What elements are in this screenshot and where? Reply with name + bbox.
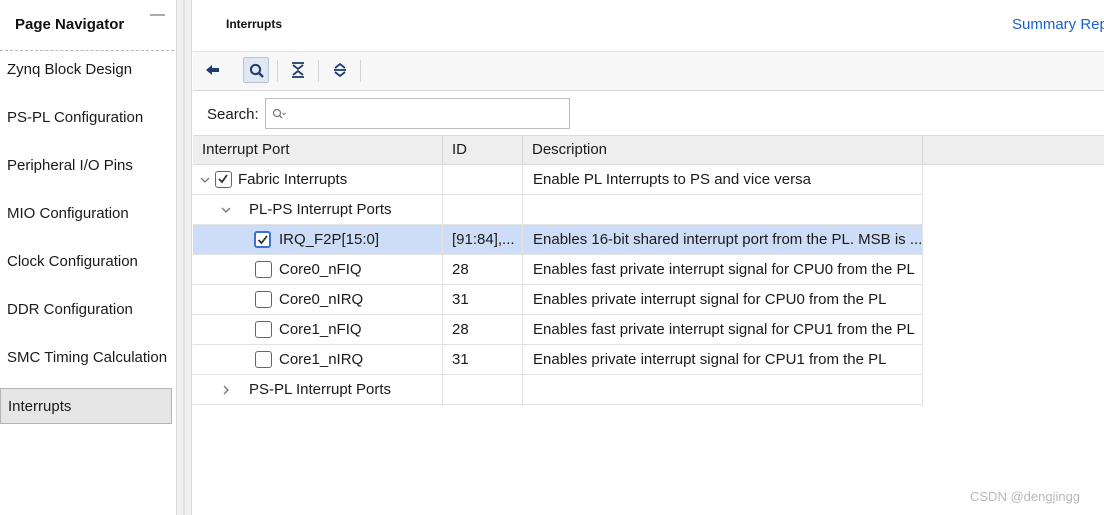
table-row-selected[interactable]: IRQ_F2P[15:0] [91:84],... Enables 16-bit… xyxy=(193,225,923,255)
nav-item-clock-configuration[interactable]: Clock Configuration xyxy=(0,244,172,280)
row-description: Enables private interrupt signal for CPU… xyxy=(523,345,923,374)
table-header: Interrupt Port ID Description xyxy=(193,135,1104,165)
row-id: 28 xyxy=(443,255,523,284)
table-row[interactable]: Core1_nFIQ 28 Enables fast private inter… xyxy=(193,315,923,345)
chevron-down-icon[interactable] xyxy=(199,174,211,186)
row-port-label: PS-PL Interrupt Ports xyxy=(249,381,392,398)
row-description: Enable PL Interrupts to PS and vice vers… xyxy=(523,165,923,194)
row-description: Enables fast private interrupt signal fo… xyxy=(523,255,923,284)
column-header-id[interactable]: ID xyxy=(443,136,523,164)
nav-item-peripheral-io-pins[interactable]: Peripheral I/O Pins xyxy=(0,148,172,184)
nav-item-smc-timing-calculation[interactable]: SMC Timing Calculation xyxy=(0,340,172,376)
table-row[interactable]: PL-PS Interrupt Ports xyxy=(193,195,923,225)
checkbox-core0-nfiq[interactable] xyxy=(255,261,272,278)
back-button[interactable] xyxy=(200,57,226,83)
expand-all-icon xyxy=(334,62,346,78)
chevron-down-icon[interactable] xyxy=(220,204,232,216)
checkbox-fabric-interrupts[interactable] xyxy=(215,171,232,188)
nav-item-zynq-block-design[interactable]: Zynq Block Design xyxy=(0,52,172,88)
column-header-description[interactable]: Description xyxy=(523,136,923,164)
search-input[interactable] xyxy=(288,103,562,125)
column-header-interrupt-port[interactable]: Interrupt Port xyxy=(193,136,443,164)
row-description xyxy=(523,375,923,404)
table-row[interactable]: Fabric Interrupts Enable PL Interrupts t… xyxy=(193,165,923,195)
table-row[interactable]: PS-PL Interrupt Ports xyxy=(193,375,923,405)
minimize-icon[interactable]: — xyxy=(150,7,165,22)
row-port-label: Core0_nIRQ xyxy=(279,291,364,308)
watermark: CSDN @dengjingg xyxy=(970,489,1081,504)
row-id: 28 xyxy=(443,315,523,344)
table-row[interactable]: Core0_nFIQ 28 Enables fast private inter… xyxy=(193,255,923,285)
navigator-title: Page Navigator xyxy=(15,16,125,33)
collapse-all-button[interactable] xyxy=(285,57,311,83)
search-label: Search: xyxy=(207,106,259,123)
row-description: Enables fast private interrupt signal fo… xyxy=(523,315,923,344)
row-port-label: IRQ_F2P[15:0] xyxy=(279,231,380,248)
row-id xyxy=(443,165,523,194)
checkbox-core1-nirq[interactable] xyxy=(255,351,272,368)
summary-report-link[interactable]: Summary Rep xyxy=(1012,16,1104,33)
page-navigator: Page Navigator — Zynq Block Design PS-PL… xyxy=(0,0,174,515)
row-port-label: Core0_nFIQ xyxy=(279,261,362,278)
search-icon xyxy=(272,108,286,119)
toolbar-separator xyxy=(360,60,361,82)
toolbar-separator xyxy=(318,60,319,82)
toolbar-separator xyxy=(277,60,278,82)
nav-item-interrupts[interactable]: Interrupts xyxy=(0,388,172,424)
row-port-label: Fabric Interrupts xyxy=(238,171,348,188)
collapse-all-icon xyxy=(292,62,304,78)
navigator-header: Page Navigator — xyxy=(0,0,174,51)
main-panel: Interrupts Summary Rep Search: Interrupt… xyxy=(193,0,1104,515)
chevron-right-icon[interactable] xyxy=(220,384,232,396)
checkbox-irq-f2p[interactable] xyxy=(254,231,271,248)
expand-all-button[interactable] xyxy=(327,57,353,83)
nav-item-ps-pl-configuration[interactable]: PS-PL Configuration xyxy=(0,100,172,136)
checkbox-core1-nfiq[interactable] xyxy=(255,321,272,338)
search-icon xyxy=(249,63,264,78)
page-title: Interrupts xyxy=(226,17,283,31)
table-row[interactable]: Core1_nIRQ 31 Enables private interrupt … xyxy=(193,345,923,375)
search-toggle-button[interactable] xyxy=(243,57,269,83)
row-description: Enables private interrupt signal for CPU… xyxy=(523,285,923,314)
row-port-label: Core1_nFIQ xyxy=(279,321,362,338)
nav-item-ddr-configuration[interactable]: DDR Configuration xyxy=(0,292,172,328)
row-port-label: PL-PS Interrupt Ports xyxy=(249,201,392,218)
check-icon xyxy=(218,174,228,184)
row-description xyxy=(523,195,923,224)
row-port-label: Core1_nIRQ xyxy=(279,351,364,368)
row-id: 31 xyxy=(443,285,523,314)
table-row[interactable]: Core0_nIRQ 31 Enables private interrupt … xyxy=(193,285,923,315)
panel-splitter[interactable] xyxy=(176,0,192,515)
back-icon xyxy=(206,65,219,75)
nav-item-mio-configuration[interactable]: MIO Configuration xyxy=(0,196,172,232)
row-description: Enables 16-bit shared interrupt port fro… xyxy=(523,225,923,254)
check-icon xyxy=(257,235,268,245)
row-id xyxy=(443,195,523,224)
row-id xyxy=(443,375,523,404)
search-field[interactable] xyxy=(265,98,570,129)
checkbox-core0-nirq[interactable] xyxy=(255,291,272,308)
toolbar xyxy=(193,51,1104,91)
row-id: 31 xyxy=(443,345,523,374)
row-id: [91:84],... xyxy=(443,225,523,254)
